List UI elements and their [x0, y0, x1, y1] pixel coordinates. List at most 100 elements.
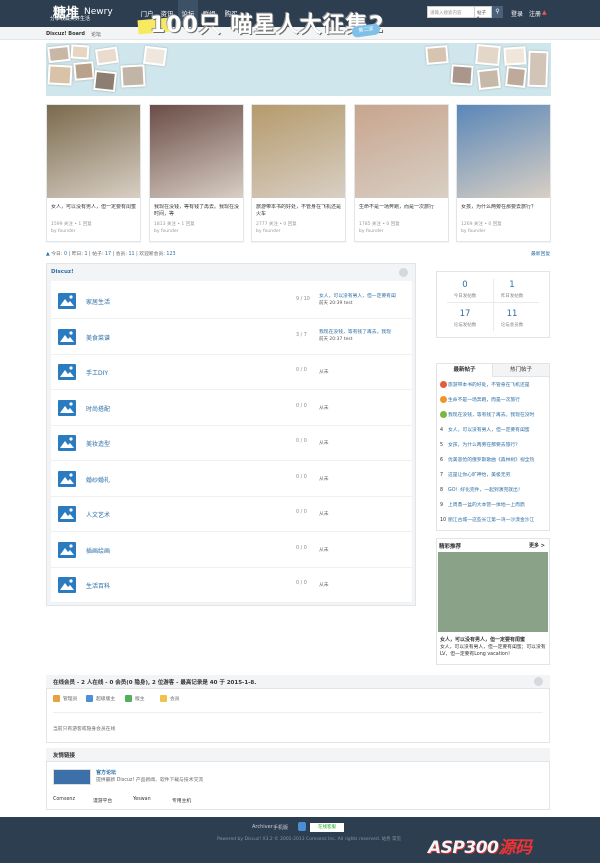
- search-type-select[interactable]: 帖子 ▾: [474, 6, 492, 21]
- forum-name[interactable]: 美妆造型: [86, 439, 110, 448]
- thread-item[interactable]: 5 女孩，为什么两旁在那要去旅行？: [440, 441, 548, 448]
- forum-row[interactable]: 婚纱婚礼 0 / 0 从未: [51, 461, 412, 497]
- site-logo-subtitle: 分享收藏美好生活: [50, 16, 91, 22]
- search-button[interactable]: ⚲: [492, 6, 503, 18]
- recommend-more-link[interactable]: 更多 >: [529, 542, 545, 549]
- search-type-label: 帖子: [477, 11, 486, 16]
- friend-link[interactable]: 漫游平台: [93, 797, 112, 804]
- newest-replies-link[interactable]: 最新回复: [531, 250, 550, 257]
- card-title[interactable]: 我现在没钱，等有钱了再去。我现在没时间，等: [154, 204, 240, 218]
- thread-index: 10: [440, 518, 447, 523]
- collapse-icon[interactable]: [399, 268, 408, 277]
- thread-title[interactable]: 旅游带本书的好处，不管身在飞机还是: [448, 383, 530, 388]
- login-link[interactable]: 登录: [511, 9, 523, 18]
- thread-index: 9: [440, 503, 444, 508]
- forum-row[interactable]: 美食菜谱 3 / 7 我现在没钱，等有钱了再去。我现 前天 20:37 test: [51, 319, 412, 355]
- thread-item[interactable]: 6 优美悲怆的俄罗斯歌曲《森林树》视全热: [440, 456, 548, 463]
- card-title[interactable]: 旅游带本书的好处，不管身在飞机还是火车: [256, 204, 342, 218]
- forum-last-post[interactable]: 我现在没钱，等有钱了再去。我现: [319, 328, 409, 335]
- forum-row[interactable]: 时尚搭配 0 / 0 从未: [51, 390, 412, 426]
- forum-name[interactable]: 时尚搭配: [86, 404, 110, 413]
- forum-name[interactable]: 人文艺术: [86, 510, 110, 519]
- tab-newest-threads[interactable]: 最新帖子: [437, 364, 493, 377]
- chat-icon[interactable]: [57, 398, 77, 418]
- chart-icon[interactable]: [57, 540, 77, 560]
- category-title[interactable]: Discuz!: [51, 269, 74, 275]
- forum-name[interactable]: 生活百科: [86, 581, 110, 590]
- featured-card[interactable]: 旅游带本书的好处，不管身在飞机还是火车 2777 关注 • 0 回复 by fo…: [251, 104, 346, 242]
- thread-item[interactable]: 生命不是一场奔跑，而是一次旅行: [440, 396, 548, 403]
- edit-icon[interactable]: [57, 504, 77, 524]
- online-service-badge[interactable]: 在线客服: [310, 823, 344, 832]
- thread-item[interactable]: 4 女人，可以没有男人，但一定要有闺蜜: [440, 426, 548, 433]
- thread-title[interactable]: 我现在没钱，等有钱了再去。我现在没时: [448, 413, 534, 418]
- featured-card[interactable]: 生命不是一场奔跑，而是一次旅行 1785 关注 • 0 回复 by founde…: [354, 104, 449, 242]
- stat-yesterday: 1 昨日发帖数: [500, 280, 524, 299]
- featured-card[interactable]: 我现在没钱，等有钱了再去。我现在没时间，等 1813 关注 • 1 回复 by …: [149, 104, 244, 242]
- thread-title[interactable]: 优美悲怆的俄罗斯歌曲《森林树》视全热: [448, 458, 534, 463]
- forum-row[interactable]: 美妆造型 0 / 0 从未: [51, 425, 412, 461]
- glasses-icon[interactable]: [57, 469, 77, 489]
- recommend-item-title[interactable]: 女人，可以没有男人，但一定要有闺蜜: [440, 636, 548, 643]
- forum-last-post[interactable]: 女人，可以没有男人，但一定要有闺: [319, 292, 409, 299]
- link-feature-name[interactable]: 官方论坛: [96, 769, 116, 776]
- thread-title[interactable]: 上周鼎一盆的大本营一体地一上周鼎: [448, 503, 525, 508]
- promo-banner[interactable]: [46, 43, 551, 96]
- thread-item[interactable]: 9 上周鼎一盆的大本营一体地一上周鼎: [440, 501, 548, 508]
- chart-icon[interactable]: [57, 327, 77, 347]
- friend-link[interactable]: 专用主机: [172, 797, 191, 804]
- landscape-icon[interactable]: [57, 575, 77, 595]
- card-title[interactable]: 生命不是一场奔跑，而是一次旅行: [359, 204, 445, 218]
- thread-item[interactable]: 10 丽江古城一这些长江第一湾一沙漠金沙江: [440, 516, 548, 523]
- user-icon: ▲: [542, 9, 547, 16]
- discuz-logo[interactable]: [53, 769, 91, 785]
- forum-name[interactable]: 婚纱婚礼: [86, 475, 110, 484]
- featured-card[interactable]: 女人，可以没有男人，但一定要有闺蜜 1599 关注 • 1 回复 by foun…: [46, 104, 141, 242]
- forum-row[interactable]: 插画绘画 0 / 0 从未: [51, 532, 412, 568]
- forum-name[interactable]: 美食菜谱: [86, 333, 110, 342]
- thread-item[interactable]: 我现在没钱，等有钱了再去。我现在没时: [440, 411, 548, 418]
- forum-counts: 9 / 10: [296, 297, 310, 302]
- card-photo[interactable]: [252, 105, 345, 198]
- thread-item[interactable]: 8 GO！好化完件，一起到演完就出！: [440, 486, 548, 493]
- breadcrumb-board[interactable]: Discuz! Board: [46, 31, 85, 37]
- thread-title[interactable]: GO！好化完件，一起到演完就出！: [448, 488, 523, 493]
- thread-title[interactable]: 女孩，为什么两旁在那要去旅行？: [448, 443, 520, 448]
- building-icon[interactable]: [57, 362, 77, 382]
- archiver-link[interactable]: Archiver: [252, 824, 273, 830]
- card-photo[interactable]: [47, 105, 140, 198]
- register-link[interactable]: 注册: [529, 9, 541, 18]
- forum-row[interactable]: 家居生活 9 / 10 女人，可以没有男人，但一定要有闺 前天 20:39 tes…: [51, 283, 412, 319]
- friend-link[interactable]: Comsenz: [53, 797, 75, 802]
- card-title[interactable]: 女人，可以没有男人，但一定要有闺蜜: [51, 204, 137, 218]
- card-photo[interactable]: [457, 105, 550, 198]
- landscape-icon[interactable]: [57, 291, 77, 311]
- mobile-link[interactable]: 手机版: [273, 824, 288, 831]
- card-photo[interactable]: [150, 105, 243, 198]
- thread-title[interactable]: 丽江古城一这些长江第一湾一沙漠金沙江: [448, 518, 534, 523]
- card-title[interactable]: 女孩，为什么两旁在那要去旅行？: [461, 204, 547, 218]
- users-icon[interactable]: [57, 433, 77, 453]
- forum-row[interactable]: 人文艺术 0 / 0 从未: [51, 496, 412, 532]
- search-input[interactable]: 请输入搜索内容: [427, 6, 475, 18]
- thread-title[interactable]: 这是让你心旷神怡，美极无穷: [448, 473, 510, 478]
- recommend-photo[interactable]: [438, 552, 548, 632]
- thread-title[interactable]: 女人，可以没有男人，但一定要有闺蜜: [448, 428, 530, 433]
- forum-row[interactable]: 手工DIY 0 / 0 从未: [51, 354, 412, 390]
- featured-card[interactable]: 女孩，为什么两旁在那要去旅行？ 1269 关注 • 0 回复 by founde…: [456, 104, 551, 242]
- recommend-title: 精彩推荐: [439, 544, 462, 550]
- friend-link[interactable]: Yeswan: [133, 797, 151, 802]
- forum-name[interactable]: 插画绘画: [86, 546, 110, 555]
- thread-title[interactable]: 生命不是一场奔跑，而是一次旅行: [448, 398, 520, 403]
- banner-photo: [505, 66, 527, 88]
- forum-last-post: 从未: [319, 441, 329, 446]
- forum-name[interactable]: 家居生活: [86, 297, 110, 306]
- thread-item[interactable]: 7 这是让你心旷神怡，美极无穷: [440, 471, 548, 478]
- tab-hot-threads[interactable]: 热门帖子: [493, 364, 549, 377]
- forum-name[interactable]: 手工DIY: [86, 368, 108, 377]
- forum-row[interactable]: 生活百科 0 / 0 从未: [51, 567, 412, 603]
- collapse-icon[interactable]: [534, 677, 543, 686]
- card-photo[interactable]: [355, 105, 448, 198]
- thread-item[interactable]: 旅游带本书的好处，不管身在飞机还是: [440, 381, 548, 388]
- banner-title: 100只 喵星人大征集2: [150, 13, 385, 38]
